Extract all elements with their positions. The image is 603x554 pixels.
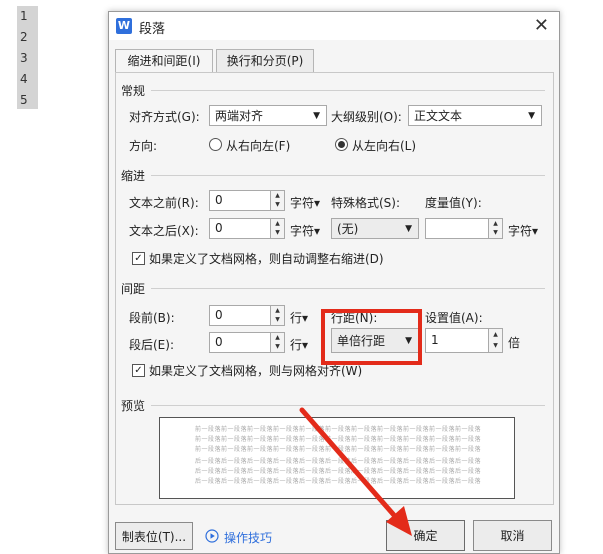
annotation-arrow-icon — [299, 407, 412, 536]
